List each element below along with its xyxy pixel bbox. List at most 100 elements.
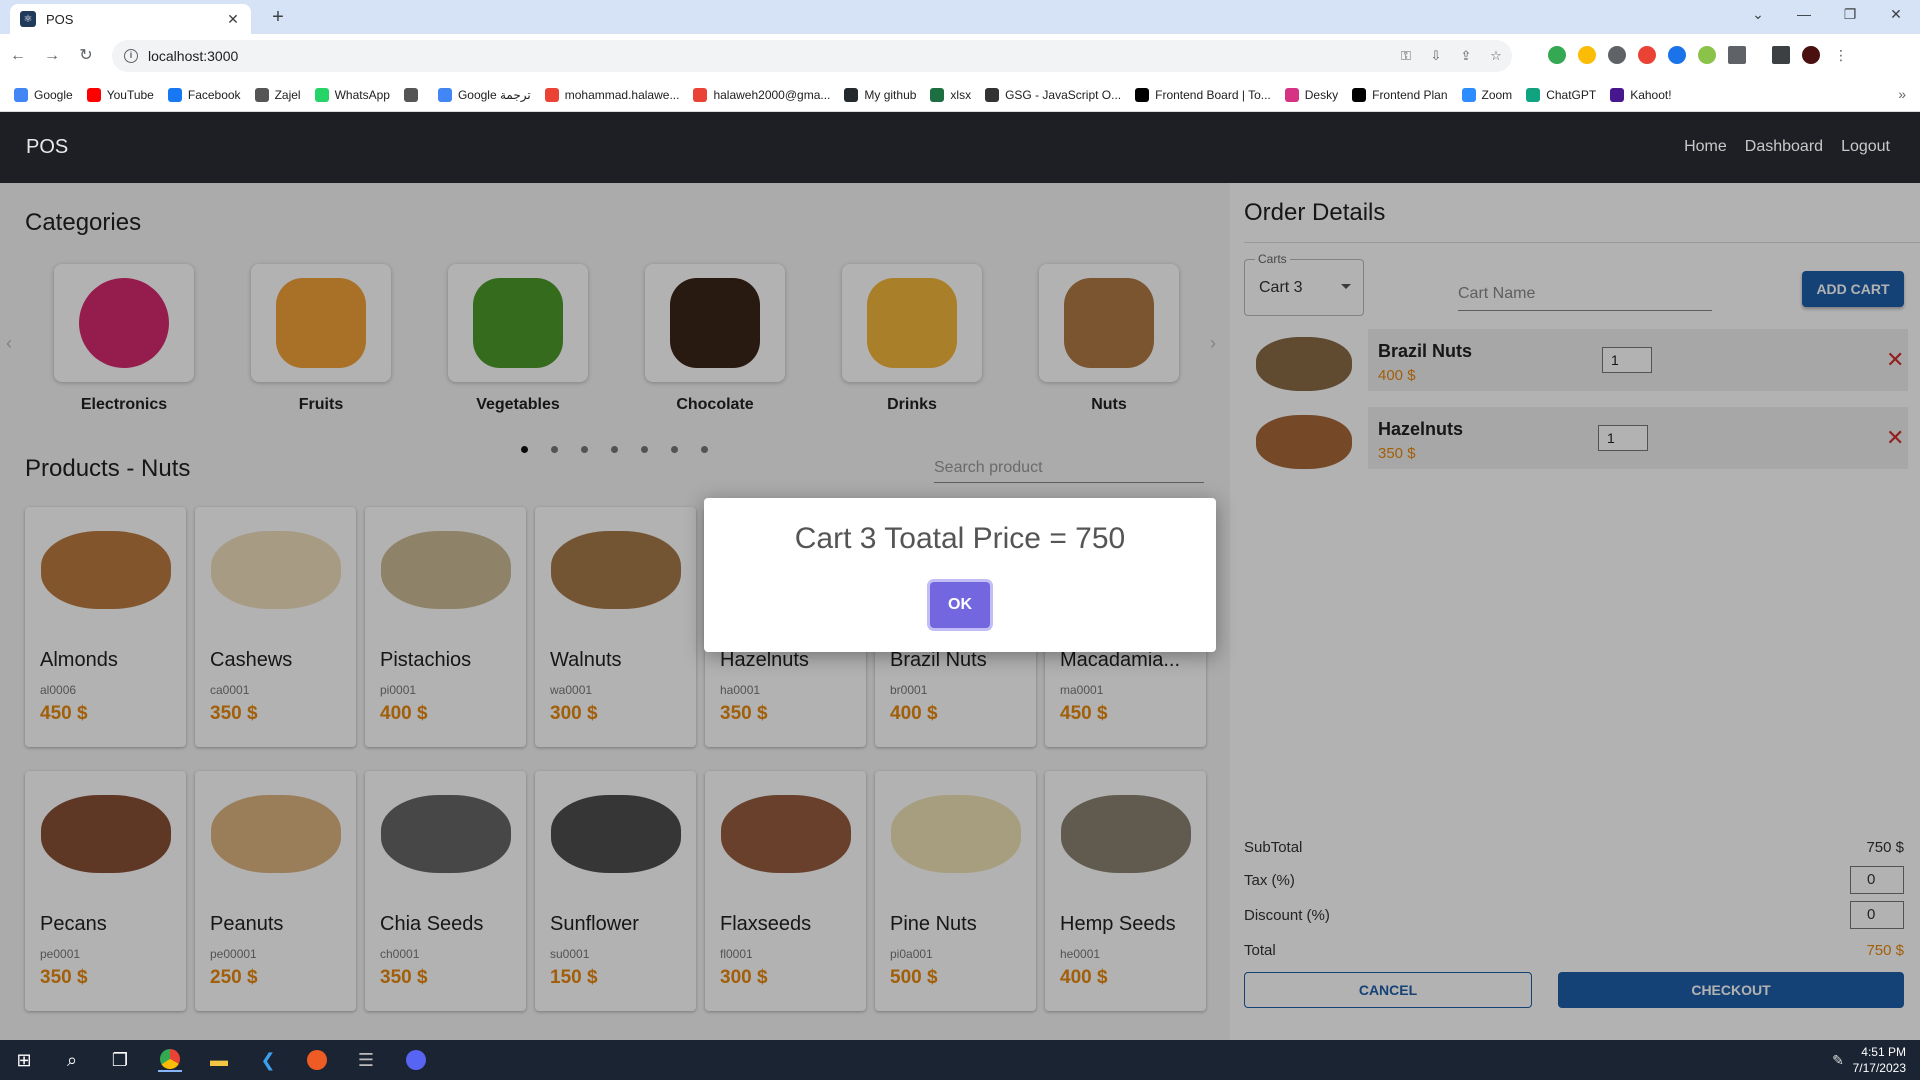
address-bar[interactable]: i localhost:3000 ⚿ ⇩ ⇪ ☆ xyxy=(112,40,1512,72)
file-explorer-icon[interactable]: ▬ xyxy=(207,1048,231,1072)
bookmark-item[interactable]: Frontend Plan xyxy=(1352,87,1448,102)
bookmark-label: xlsx xyxy=(950,87,972,102)
bookmark-favicon-icon xyxy=(930,87,945,102)
bookmark-item[interactable]: Google xyxy=(14,87,73,102)
bookmark-label: Facebook xyxy=(187,87,241,102)
bookmark-item[interactable]: GSG - JavaScript O... xyxy=(985,87,1122,102)
tab-title: POS xyxy=(46,11,74,27)
bookmark-favicon-icon xyxy=(403,87,418,102)
react-favicon-icon: ⚛ xyxy=(20,11,36,27)
bookmark-star-icon[interactable]: ☆ xyxy=(1488,48,1504,64)
bookmark-label: Frontend Board | To... xyxy=(1155,87,1271,102)
vscode-icon[interactable]: ❮ xyxy=(256,1048,280,1072)
bookmark-label: Google xyxy=(34,87,73,102)
bookmark-label: YouTube xyxy=(106,87,154,102)
bookmarks-overflow-icon[interactable]: » xyxy=(1898,86,1906,102)
minimize-icon[interactable]: — xyxy=(1792,6,1816,22)
bookmark-item[interactable]: Frontend Board | To... xyxy=(1135,87,1271,102)
forward-icon[interactable]: → xyxy=(42,46,62,66)
task-view-icon[interactable]: ❐ xyxy=(108,1048,132,1072)
bookmark-label: Frontend Plan xyxy=(1372,87,1448,102)
bookmark-favicon-icon xyxy=(1610,87,1625,102)
bookmark-favicon-icon xyxy=(1352,87,1367,102)
database-icon[interactable]: ☰ xyxy=(354,1048,378,1072)
pen-icon[interactable]: ✎ xyxy=(1826,1048,1850,1072)
reload-icon[interactable]: ↻ xyxy=(76,46,96,66)
back-icon[interactable]: ← xyxy=(8,46,28,66)
bookmark-favicon-icon xyxy=(1461,87,1476,102)
extension-blue-icon[interactable] xyxy=(1668,46,1686,64)
tab-close-icon[interactable]: ✕ xyxy=(225,11,241,28)
profile-avatar[interactable] xyxy=(1802,46,1820,64)
bookmark-favicon-icon xyxy=(437,87,452,102)
postman-icon[interactable] xyxy=(305,1048,329,1072)
bookmark-favicon-icon xyxy=(985,87,1000,102)
dialog-message: Cart 3 Toatal Price = 750 xyxy=(794,522,1126,555)
site-info-icon[interactable]: i xyxy=(124,49,138,63)
bookmark-item[interactable]: Zajel xyxy=(254,87,301,102)
bookmark-item[interactable]: Zoom xyxy=(1461,87,1513,102)
extensions-puzzle-icon[interactable] xyxy=(1728,46,1746,64)
nav-logout[interactable]: Logout xyxy=(1841,138,1890,156)
bookmark-item[interactable]: Facebook xyxy=(167,87,241,102)
bookmark-favicon-icon xyxy=(844,87,859,102)
extension-coin-icon[interactable] xyxy=(1578,46,1596,64)
bookmark-favicon-icon xyxy=(254,87,269,102)
bookmark-item[interactable]: My github xyxy=(844,87,917,102)
bookmark-item[interactable]: halaweh2000@gma... xyxy=(693,87,831,102)
bookmark-item[interactable]: mohammad.halawe... xyxy=(544,87,680,102)
extension-green-icon[interactable] xyxy=(1698,46,1716,64)
bookmark-favicon-icon xyxy=(693,87,708,102)
bookmark-label: halaweh2000@gma... xyxy=(713,87,831,102)
nav-home[interactable]: Home xyxy=(1684,138,1727,156)
extension-shield-icon[interactable] xyxy=(1548,46,1566,64)
bookmark-item[interactable]: Google ترجمة xyxy=(437,87,531,102)
restore-icon[interactable]: ❐ xyxy=(1838,6,1862,23)
url-text: localhost:3000 xyxy=(148,48,239,64)
bookmark-item[interactable]: WhatsApp xyxy=(314,87,390,102)
windows-start-icon[interactable]: ⊞ xyxy=(12,1048,36,1072)
extension-color-icon[interactable] xyxy=(1638,46,1656,64)
bookmark-favicon-icon xyxy=(314,87,329,102)
bookmark-item[interactable]: YouTube xyxy=(86,87,154,102)
bookmark-label: GSG - JavaScript O... xyxy=(1005,87,1122,102)
new-tab-icon[interactable]: + xyxy=(266,6,290,30)
install-icon[interactable]: ⇩ xyxy=(1428,48,1444,64)
bookmarks-bar: Google YouTube Facebook Zajel WhatsApp Google… xyxy=(0,78,1920,112)
bookmark-item[interactable]: xlsx xyxy=(930,87,972,102)
bookmark-label: WhatsApp xyxy=(334,87,390,102)
bookmark-item[interactable] xyxy=(403,87,424,102)
extension-search-icon[interactable] xyxy=(1608,46,1626,64)
chrome-taskbar-icon[interactable] xyxy=(158,1048,182,1072)
clock-date: 7/17/2023 xyxy=(1852,1061,1906,1075)
bookmark-favicon-icon xyxy=(1526,87,1541,102)
discord-icon[interactable] xyxy=(404,1048,428,1072)
bookmark-favicon-icon xyxy=(1135,87,1150,102)
tab-search-icon[interactable]: ⌄ xyxy=(1746,6,1770,23)
bookmark-favicon-icon xyxy=(14,87,28,102)
bookmark-label: mohammad.halawe... xyxy=(564,87,680,102)
bookmark-label: Desky xyxy=(1304,87,1339,102)
bookmark-label: Zoom xyxy=(1481,87,1513,102)
bookmark-item[interactable]: ChatGPT xyxy=(1526,87,1597,102)
ok-button[interactable]: OK xyxy=(930,582,990,628)
bookmark-item[interactable]: Desky xyxy=(1284,87,1339,102)
windows-taskbar: ⊞ ⌕ ❐ ▬ ❮ ☰ ✎ 4:51 PM 7/17/2023 xyxy=(0,1040,1920,1080)
bookmark-label: My github xyxy=(864,87,917,102)
menu-kebab-icon[interactable]: ⋮ xyxy=(1832,46,1850,64)
share-icon[interactable]: ⇪ xyxy=(1458,48,1474,64)
bookmark-item[interactable]: Kahoot! xyxy=(1610,87,1672,102)
side-panel-icon[interactable] xyxy=(1772,46,1790,64)
bookmark-favicon-icon xyxy=(86,87,101,102)
nav-dashboard[interactable]: Dashboard xyxy=(1745,138,1823,156)
bookmark-favicon-icon xyxy=(1284,87,1299,102)
browser-tab-bar: ⚛ POS ✕ + ⌄ — ❐ ✕ xyxy=(0,0,1920,34)
browser-tab[interactable]: ⚛ POS ✕ xyxy=(10,4,251,34)
search-icon[interactable]: ⌕ xyxy=(60,1048,84,1072)
app-brand[interactable]: POS xyxy=(26,136,68,159)
window-close-icon[interactable]: ✕ xyxy=(1884,6,1908,23)
total-price-dialog: Cart 3 Toatal Price = 750 OK xyxy=(704,498,1216,652)
bookmark-label: ChatGPT xyxy=(1546,87,1597,102)
system-clock[interactable]: 4:51 PM 7/17/2023 xyxy=(1853,1044,1906,1076)
key-icon[interactable]: ⚿ xyxy=(1398,48,1414,64)
